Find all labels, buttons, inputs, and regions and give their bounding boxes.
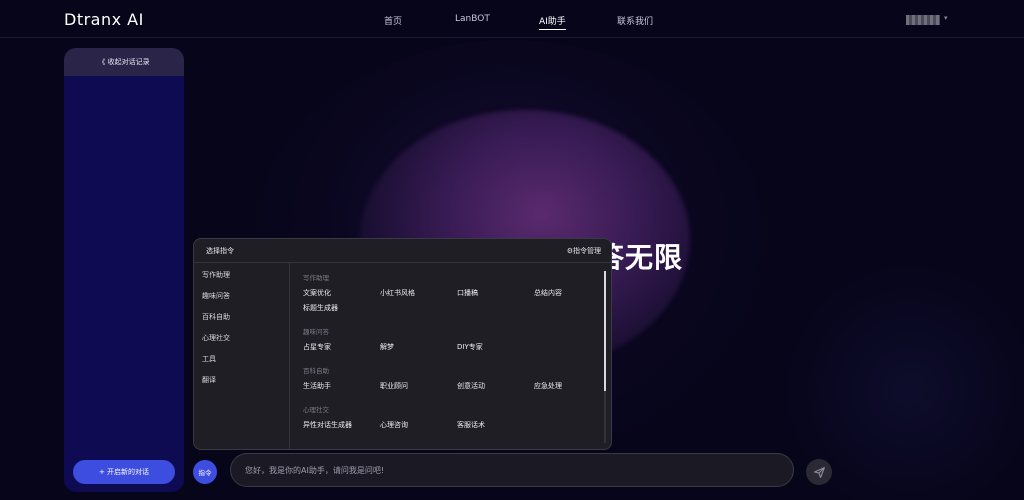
section-title: 心理社交 [303, 406, 329, 414]
category-item[interactable]: 心理社交 [202, 333, 230, 343]
instruction-popup: 选择指令 ⚙指令管理 写作助理 趣味问答 百科自助 心理社交 工具 翻译 写作助… [193, 238, 612, 450]
category-item[interactable]: 翻译 [202, 375, 216, 385]
section-title: 趣味问答 [303, 328, 329, 336]
command-item[interactable]: 职业顾问 [380, 381, 408, 391]
nav-lanbot[interactable]: LanBOT [455, 14, 490, 24]
section-title: 写作助理 [303, 274, 329, 282]
category-item[interactable]: 工具 [202, 354, 216, 364]
command-item[interactable]: 生活助手 [303, 381, 331, 391]
command-item[interactable]: 总结内容 [534, 288, 562, 298]
section-title: 百科自助 [303, 367, 329, 375]
popup-title: 选择指令 [206, 247, 234, 255]
app-logo[interactable]: Dtranx AI [64, 10, 144, 29]
chevron-down-icon[interactable]: ▾ [944, 14, 948, 22]
category-list: 写作助理 趣味问答 百科自助 心理社交 工具 翻译 [194, 263, 290, 449]
command-item[interactable]: 小红书风格 [380, 288, 415, 298]
command-item[interactable]: DIY专家 [457, 342, 483, 352]
send-icon [813, 466, 825, 478]
command-button[interactable]: 指令 [193, 460, 217, 484]
scrollbar-thumb[interactable] [604, 271, 606, 391]
new-chat-button[interactable]: + 开启新的对话 [73, 460, 175, 484]
collapse-history-button[interactable]: 《 收起对话记录 [64, 48, 184, 76]
command-item[interactable]: 创意活动 [457, 381, 485, 391]
command-item[interactable]: 占星专家 [303, 342, 331, 352]
user-avatar[interactable] [906, 15, 940, 25]
top-header: Dtranx AI 首页 LanBOT AI助手 联系我们 ▾ [0, 0, 1024, 38]
command-item[interactable]: 应急处理 [534, 381, 562, 391]
nav-ai-assistant[interactable]: AI助手 [539, 14, 566, 30]
command-item[interactable]: 客服话术 [457, 420, 485, 430]
instruction-manage-button[interactable]: ⚙指令管理 [567, 246, 601, 256]
command-item[interactable]: 口播稿 [457, 288, 478, 298]
nav-contact[interactable]: 联系我们 [617, 14, 653, 27]
command-item[interactable]: 标题生成器 [303, 303, 338, 313]
chat-history-sidebar: 《 收起对话记录 + 开启新的对话 [64, 48, 184, 492]
category-item[interactable]: 趣味问答 [202, 291, 230, 301]
popup-header: 选择指令 ⚙指令管理 [194, 239, 611, 263]
command-item[interactable]: 文案优化 [303, 288, 331, 298]
command-item[interactable]: 解梦 [380, 342, 394, 352]
nav-home[interactable]: 首页 [384, 14, 402, 27]
command-item[interactable]: 心理咨询 [380, 420, 408, 430]
command-area: 写作助理 文案优化 小红书风格 口播稿 总结内容 标题生成器 趣味问答 占星专家… [290, 263, 611, 449]
command-item[interactable]: 异性对话生成器 [303, 420, 352, 430]
category-item[interactable]: 百科自助 [202, 312, 230, 322]
chat-input[interactable] [230, 453, 794, 487]
category-item[interactable]: 写作助理 [202, 270, 230, 280]
send-button[interactable] [806, 459, 832, 485]
